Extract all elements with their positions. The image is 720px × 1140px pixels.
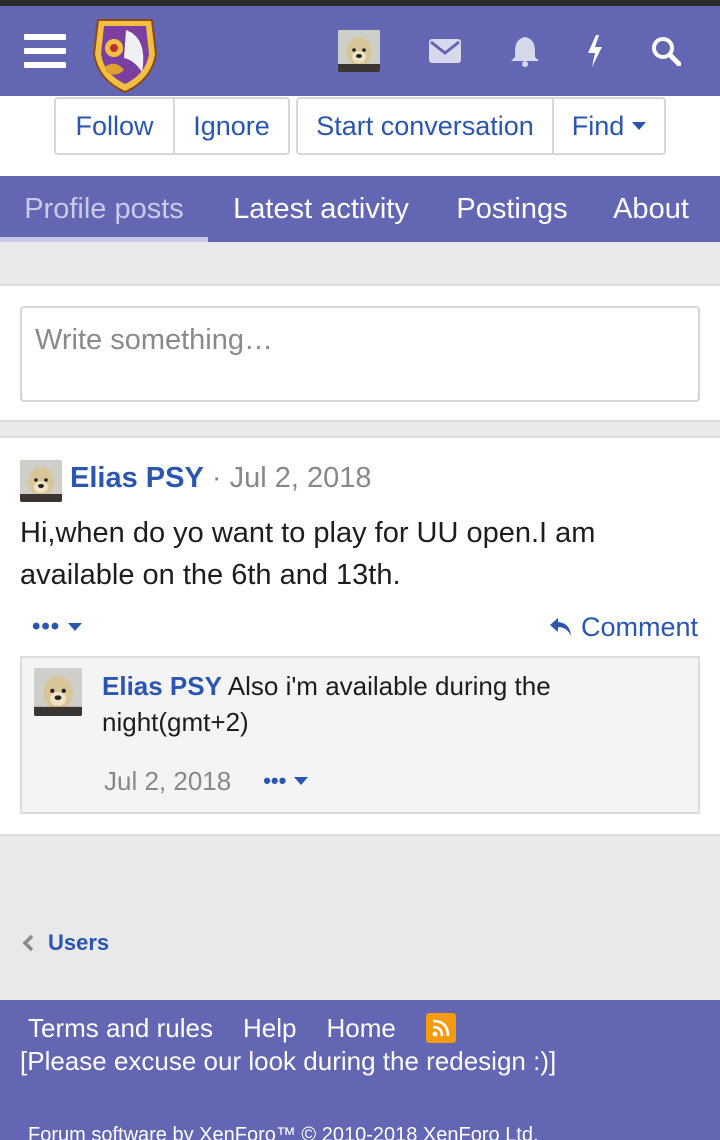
post-actions: ••• Comment [32, 610, 698, 644]
comment-author-link[interactable]: Elias PSY [102, 671, 222, 701]
find-label: Find [571, 110, 625, 141]
footer-redesign-note: [Please excuse our look during the redes… [20, 1046, 557, 1076]
comment-date[interactable]: Jul 2, 2018 [104, 766, 231, 797]
profile-post: Elias PSY · Jul 2, 2018 Hi,when do yo wa… [0, 436, 720, 836]
chevron-down-icon [294, 777, 309, 785]
post-author-link[interactable]: Elias PSY [70, 462, 204, 494]
post-date[interactable]: Jul 2, 2018 [230, 462, 372, 494]
comment-text-block: Elias PSY Also i'm available during the … [102, 668, 582, 740]
write-something-input[interactable]: Write something… [20, 306, 700, 402]
post-comment: Elias PSY Also i'm available during the … [20, 656, 700, 814]
avatar[interactable] [20, 460, 62, 502]
site-logo[interactable] [90, 14, 160, 94]
mail-icon[interactable] [425, 6, 465, 96]
tab-postings[interactable]: Postings [434, 176, 590, 242]
profile-action-bar: Follow Ignore Start conversation Find [0, 96, 720, 176]
tab-profile-posts[interactable]: Profile posts [0, 176, 208, 242]
ignore-button[interactable]: Ignore [173, 99, 288, 153]
post-separator: · [211, 462, 222, 494]
post-more-menu[interactable]: ••• [32, 610, 83, 644]
reply-icon [549, 618, 571, 636]
chevron-down-icon [68, 623, 83, 631]
footer-copyright[interactable]: Forum software by XenForo™ © 2010-2018 X… [28, 1124, 539, 1140]
bolt-icon[interactable] [578, 6, 612, 96]
profile-post-composer: Write something… [0, 284, 720, 422]
more-dots-icon: ••• [32, 613, 61, 640]
comment-label: Comment [580, 611, 698, 642]
footer-link-home[interactable]: Home [326, 1013, 395, 1044]
search-icon[interactable] [646, 6, 686, 96]
site-footer: Terms and rules Help Home [Please excuse… [0, 1000, 720, 1140]
comment-footer: Jul 2, 2018 ••• [104, 764, 309, 798]
post-header: Elias PSY · Jul 2, 2018 [70, 462, 372, 495]
tab-about[interactable]: About [590, 176, 712, 242]
rss-icon[interactable] [425, 1013, 456, 1043]
more-dots-icon: ••• [263, 768, 287, 793]
hamburger-menu-icon[interactable] [22, 6, 68, 96]
profile-tabs: Profile posts Latest activity Postings A… [0, 176, 720, 242]
user-avatar-button[interactable] [338, 6, 380, 96]
avatar[interactable] [34, 668, 82, 716]
top-navbar [0, 6, 720, 96]
footer-links: Terms and rules Help Home [28, 1010, 456, 1046]
comment-button[interactable]: Comment [549, 610, 698, 644]
follow-ignore-group: Follow Ignore [54, 97, 290, 155]
footer-link-help[interactable]: Help [243, 1013, 296, 1044]
conversation-find-group: Start conversation Find [296, 97, 666, 155]
tab-latest-activity[interactable]: Latest activity [208, 176, 434, 242]
chevron-down-icon [632, 122, 647, 130]
footer-link-terms[interactable]: Terms and rules [28, 1013, 213, 1044]
find-dropdown-button[interactable]: Find [552, 99, 664, 153]
follow-button[interactable]: Follow [56, 99, 173, 153]
post-body: Hi,when do yo want to play for UU open.I… [20, 517, 596, 591]
breadcrumb: Users [22, 925, 109, 961]
chevron-left-icon [22, 928, 34, 959]
breadcrumb-users-link[interactable]: Users [48, 930, 109, 956]
bell-icon[interactable] [505, 6, 545, 96]
avatar [338, 30, 380, 72]
start-conversation-button[interactable]: Start conversation [298, 99, 552, 153]
comment-more-menu[interactable]: ••• [263, 768, 309, 794]
